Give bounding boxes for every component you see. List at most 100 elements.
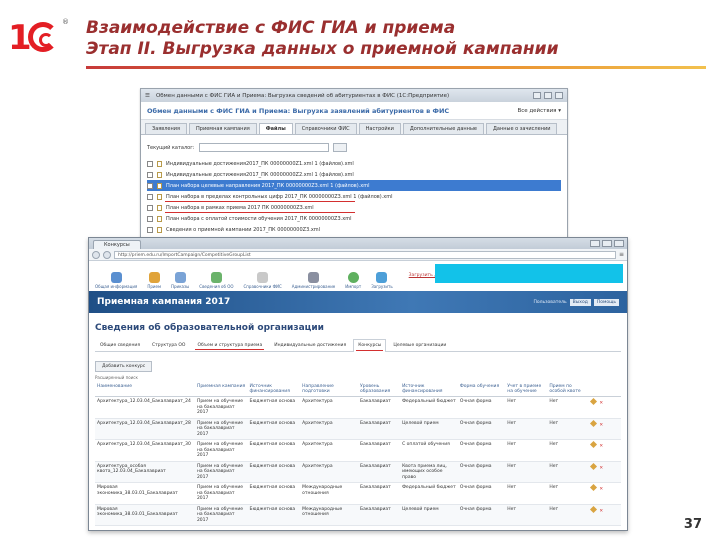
file-checkbox[interactable] [147, 171, 153, 178]
cell: Квота приема лиц, имеющих особое право [400, 461, 458, 483]
delete-icon[interactable]: ✕ [599, 466, 603, 471]
column-header[interactable]: Учет в приеме на обучение [505, 382, 548, 397]
edit-icon[interactable] [590, 483, 598, 492]
file-list-item[interactable]: Индивидуальные достижения2017_ПК 0000000… [147, 158, 561, 169]
menu-icon[interactable]: ≡ [619, 251, 624, 258]
tab-fis-references[interactable]: Справочники ФИС [294, 123, 357, 134]
cell: Архитектура_особая квота_12.03.04_Бакала… [95, 461, 195, 483]
advanced-search-link[interactable]: Расширенный поиск [95, 375, 621, 380]
column-header[interactable]: Направление подготовки [300, 382, 358, 397]
delete-icon[interactable]: ✕ [599, 487, 603, 492]
toolbar-orders[interactable]: Приказы [171, 272, 189, 289]
close-button[interactable] [614, 240, 624, 247]
file-list-item[interactable]: План набора с оплатой стоимости обучения… [147, 213, 561, 224]
edit-icon[interactable] [590, 397, 598, 406]
tab-enrollment-data[interactable]: Данные о зачислении [485, 123, 558, 134]
add-competition-button[interactable]: Добавить конкурс [95, 361, 153, 372]
table-row[interactable]: Архитектура_12.03.04_Бакалавриат_28 Прием… [95, 418, 621, 440]
app-menu-icon[interactable]: ☰ [145, 93, 150, 99]
table-row[interactable]: Архитектура_особая квота_12.03.04_Бакала… [95, 461, 621, 483]
tab-additional-data[interactable]: Дополнительные данные [402, 123, 484, 134]
directory-input[interactable] [198, 143, 329, 152]
table-row[interactable]: Мировая экономика_38.03.01_Бакалавриат Пр… [95, 504, 621, 526]
cell: Прием на обучение на бакалавриат 2017 [194, 439, 248, 462]
column-header[interactable]: Источник финансирования [247, 382, 301, 397]
toolbar-org-info[interactable]: Сведения об ОО [199, 272, 234, 289]
logout-button[interactable]: Выход [569, 298, 591, 306]
highlight-box [435, 264, 623, 283]
edit-icon[interactable] [590, 440, 598, 449]
cell: Архитектура [300, 461, 358, 483]
minimize-button[interactable] [533, 92, 541, 99]
toolbar-import[interactable]: Импорт [345, 272, 361, 289]
cell: Нет [547, 482, 590, 505]
toolbar-references[interactable]: Справочники ФИС [244, 272, 282, 289]
file-list-item[interactable]: Сведения о приемной кампании 2017_ПК 000… [147, 224, 561, 235]
delete-icon[interactable]: ✕ [599, 423, 603, 428]
cell: Нет [505, 482, 548, 505]
tab-competitions[interactable]: Конкурсы [353, 339, 387, 352]
tab-applications[interactable]: Заявления [145, 123, 188, 134]
tab-achievements[interactable]: Индивидуальные достижения [269, 339, 351, 351]
slide-title-line2: Этап II. Выгрузка данных о приемной камп… [86, 39, 559, 59]
upload-icon [376, 272, 388, 283]
column-header[interactable]: Уровень образования [357, 382, 401, 397]
maximize-button[interactable] [602, 240, 612, 247]
file-checkbox[interactable] [147, 182, 153, 189]
file-list-item[interactable]: План набора в рамках приема 2017 ПК 0000… [147, 202, 561, 213]
cell: Федеральный бюджет [400, 482, 458, 505]
file-checkbox[interactable] [147, 193, 153, 200]
file-checkbox[interactable] [147, 215, 153, 222]
minimize-button[interactable] [590, 240, 600, 247]
edit-icon[interactable] [590, 462, 598, 470]
toolbar-upload[interactable]: Загрузить [371, 272, 393, 289]
file-checkbox[interactable] [147, 226, 153, 233]
column-header[interactable]: Источник финансирования [400, 382, 458, 397]
toolbar-admission[interactable]: Прием [147, 272, 161, 289]
window-titlebar: ☰ Обмен данными с ФИС ГИА и Приема: Выгр… [141, 89, 567, 102]
tab-files[interactable]: Файлы [258, 123, 293, 134]
competitions-table: Наименование Приемная кампания Источник … [95, 382, 621, 526]
column-header[interactable]: Наименование [95, 382, 195, 397]
maximize-button[interactable] [544, 92, 552, 99]
cell: Нет [547, 396, 590, 419]
toolbar-admin[interactable]: Администрирование [292, 272, 335, 289]
file-list-item-selected[interactable]: План набора целевые направления 2017_ПК … [147, 180, 561, 191]
delete-icon[interactable]: ✕ [599, 509, 603, 514]
edit-icon[interactable] [590, 419, 598, 427]
all-actions-menu[interactable]: Все действия ▾ [517, 108, 561, 114]
help-button[interactable]: Помощь [593, 298, 619, 306]
tab-general[interactable]: Общие сведения [95, 339, 145, 351]
slide-header: 1 ® Взаимодействие с ФИС ГИА и приема Эт… [0, 0, 720, 80]
tab-settings[interactable]: Настройки [358, 123, 401, 134]
browse-button[interactable] [332, 143, 347, 152]
url-field[interactable]: http://priem.edu.ru/ImportCampaign/Compe… [114, 250, 616, 259]
close-button[interactable] [555, 92, 563, 99]
table-row[interactable]: Архитектура_12.03.04_Бакалавриат_24 Прием… [95, 396, 621, 419]
file-list-item[interactable]: План набора в пределах контрольных цифр … [147, 191, 561, 202]
delete-icon[interactable]: ✕ [599, 401, 603, 406]
cell: Прием на обучение на бакалавриат 2017 [194, 461, 248, 483]
column-header[interactable]: Приемная кампания [194, 382, 248, 397]
page-content: Сведения об образовательной организации … [89, 313, 627, 526]
tab-admission-volume[interactable]: Объем и структура приема [192, 339, 267, 351]
file-checkbox[interactable] [147, 204, 153, 211]
tab-target-orgs[interactable]: Целевые организации [388, 339, 451, 351]
file-list-item[interactable]: Индивидуальные достижения2017_ПК 0000000… [147, 169, 561, 180]
cell: Прием на обучение на бакалавриат 2017 [194, 504, 248, 526]
tab-admission-campaign[interactable]: Приемная кампания [189, 123, 257, 134]
tab-structure[interactable]: Структура ОО [147, 339, 190, 351]
file-checkbox[interactable] [147, 160, 153, 167]
toolbar-general-info[interactable]: Общая информация [95, 272, 137, 289]
back-icon[interactable] [92, 250, 100, 259]
forward-icon[interactable] [103, 250, 111, 259]
edit-icon[interactable] [590, 505, 598, 513]
column-header[interactable]: Прием по особой квоте [547, 382, 590, 397]
delete-icon[interactable]: ✕ [599, 444, 603, 449]
column-header[interactable]: Форма обучения [457, 382, 506, 397]
table-header-row: Наименование Приемная кампания Источник … [95, 382, 621, 397]
table-row[interactable]: Мировая экономика_38.03.01_Бакалавриат Пр… [95, 482, 621, 505]
row-actions: ✕ [589, 439, 621, 462]
table-row[interactable]: Архитектура_12.03.04_Бакалавриат_30 Прием… [95, 439, 621, 462]
browser-tab[interactable]: Конкурсы [93, 240, 141, 249]
